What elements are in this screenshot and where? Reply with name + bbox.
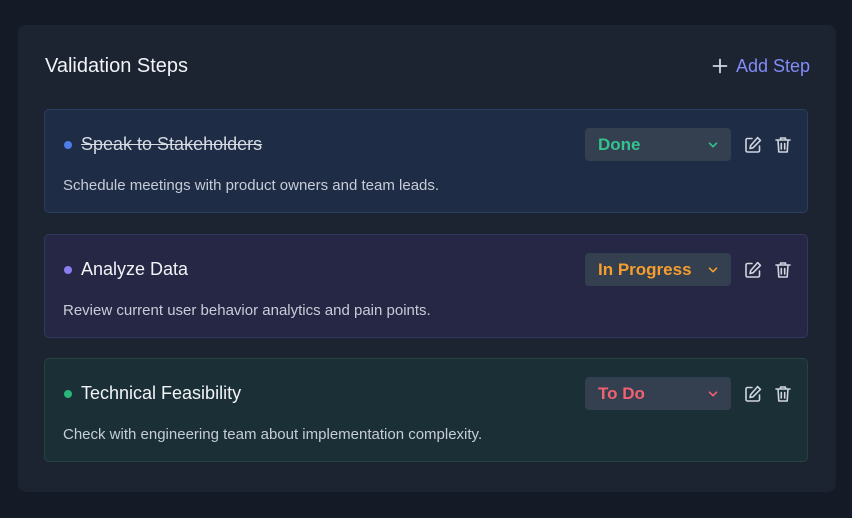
step-description: Schedule meetings with product owners an… <box>63 177 440 194</box>
chevron-down-icon <box>707 263 719 281</box>
status-dot <box>64 141 72 149</box>
step-card: Analyze Data Review current user behavio… <box>44 234 808 338</box>
status-dot <box>64 390 72 398</box>
status-value: In Progress <box>598 259 692 279</box>
plus-icon <box>712 58 728 74</box>
status-dropdown[interactable]: To Do <box>585 377 731 410</box>
edit-icon[interactable] <box>743 260 763 280</box>
status-dropdown[interactable]: Done <box>585 128 731 161</box>
edit-icon[interactable] <box>743 384 763 404</box>
step-title: Analyze Data <box>81 259 189 279</box>
step-description: Check with engineering team about implem… <box>63 426 483 443</box>
step-description: Review current user behavior analytics a… <box>63 302 431 319</box>
status-dot <box>64 266 72 274</box>
add-step-label: Add Step <box>735 56 810 76</box>
add-step-button[interactable]: Add Step <box>712 55 810 77</box>
status-value: Done <box>598 134 641 154</box>
trash-icon[interactable] <box>773 135 793 155</box>
trash-icon[interactable] <box>773 260 793 280</box>
panel-title: Validation Steps <box>45 55 189 77</box>
step-card: Speak to Stakeholders Schedule meetings … <box>44 109 808 213</box>
trash-icon[interactable] <box>773 384 793 404</box>
chevron-down-icon <box>707 387 719 405</box>
step-card: Technical Feasibility Check with enginee… <box>44 358 808 462</box>
validation-steps-panel: Validation Steps Add Step Speak to Stake… <box>18 25 836 492</box>
chevron-down-icon <box>707 138 719 156</box>
step-title: Speak to Stakeholders <box>81 134 263 154</box>
status-value: To Do <box>598 383 645 403</box>
edit-icon[interactable] <box>743 135 763 155</box>
step-title: Technical Feasibility <box>81 383 242 403</box>
status-dropdown[interactable]: In Progress <box>585 253 731 286</box>
